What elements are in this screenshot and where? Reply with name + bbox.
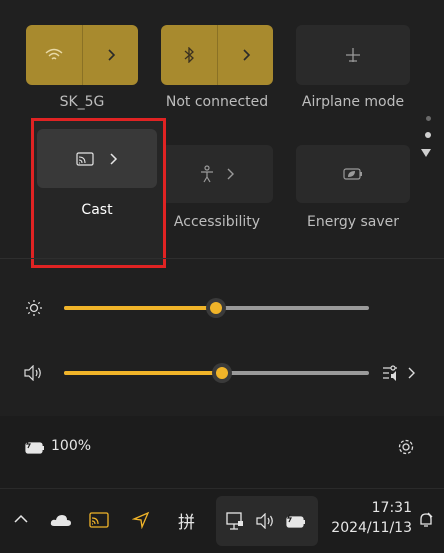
- page-down-arrow-icon[interactable]: [419, 146, 433, 160]
- airplane-mode-tile[interactable]: [296, 25, 410, 85]
- audio-output-button[interactable]: [378, 362, 418, 384]
- brightness-icon: [24, 298, 44, 318]
- volume-slider[interactable]: [64, 361, 369, 385]
- chevron-right-icon[interactable]: [225, 167, 235, 181]
- cast-label: Cast: [81, 202, 113, 218]
- brightness-fill: [64, 306, 216, 310]
- clock-time: 17:31: [371, 500, 412, 516]
- cast-tile[interactable]: [37, 129, 157, 188]
- wifi-toggle[interactable]: [26, 25, 82, 85]
- location-icon[interactable]: [130, 510, 152, 530]
- wifi-label: SK_5G: [59, 94, 105, 110]
- bluetooth-toggle[interactable]: [161, 25, 217, 85]
- wifi-icon: [45, 48, 63, 60]
- accessibility-tile[interactable]: [161, 145, 273, 203]
- page-dot-indicator-active: [423, 130, 433, 140]
- airplane-icon: [346, 48, 360, 62]
- cast-icon: [76, 151, 94, 166]
- section-divider: [0, 258, 444, 259]
- wifi-expand-button[interactable]: [83, 25, 138, 85]
- energy-saver-label: Energy saver: [307, 214, 399, 230]
- notification-icon[interactable]: [416, 510, 436, 530]
- volume-fill: [64, 371, 222, 375]
- accessibility-icon: [201, 165, 213, 183]
- volume-thumb[interactable]: [212, 363, 232, 383]
- bluetooth-label: Not connected: [165, 94, 269, 110]
- volume-tray-icon: [254, 511, 276, 531]
- settings-button[interactable]: [395, 436, 417, 458]
- energy-saver-icon: [343, 168, 362, 180]
- wifi-tile[interactable]: [26, 25, 138, 85]
- gear-icon: [398, 439, 414, 455]
- bluetooth-icon: [184, 47, 194, 63]
- bluetooth-expand-button[interactable]: [218, 25, 273, 85]
- clock[interactable]: 17:31 2024/11/13: [322, 500, 412, 536]
- battery-icon: [24, 438, 46, 456]
- accessibility-label: Accessibility: [173, 214, 261, 230]
- input-method-indicator[interactable]: 拼: [178, 508, 195, 533]
- chevron-up-icon: [14, 514, 28, 523]
- chevron-right-icon: [107, 49, 115, 61]
- onedrive-icon[interactable]: [50, 512, 72, 528]
- energy-saver-tile[interactable]: [296, 145, 410, 203]
- airplane-mode-label: Airplane mode: [301, 94, 405, 110]
- cast-tray-icon[interactable]: [88, 511, 110, 529]
- chevron-right-icon: [242, 49, 250, 61]
- brightness-thumb[interactable]: [206, 298, 226, 318]
- show-hidden-icons-button[interactable]: [12, 510, 30, 528]
- clock-date: 2024/11/13: [331, 520, 412, 536]
- quick-settings-panel: SK_5G Not connected Airplane mode Access…: [0, 0, 444, 488]
- volume-icon[interactable]: [22, 363, 44, 383]
- bluetooth-tile[interactable]: [161, 25, 273, 85]
- chevron-right-icon[interactable]: [108, 152, 118, 166]
- page-dot-indicator: [423, 113, 433, 123]
- battery-tray-icon: [284, 511, 308, 531]
- chevron-right-icon: [408, 367, 415, 379]
- brightness-slider[interactable]: [64, 296, 369, 320]
- battery-percentage: 100%: [51, 438, 92, 454]
- audio-mixer-icon: [383, 365, 397, 381]
- network-ethernet-icon: [224, 510, 246, 532]
